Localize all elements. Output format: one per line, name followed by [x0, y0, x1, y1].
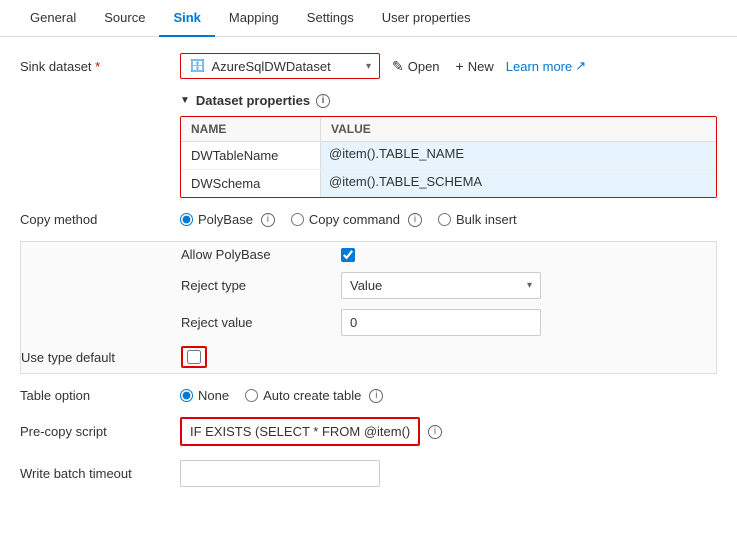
new-button[interactable]: + New	[452, 56, 498, 76]
tab-general[interactable]: General	[16, 0, 90, 37]
prop-value-input-1[interactable]	[329, 174, 708, 189]
sink-dataset-controls: 🗄 AzureSqlDWDataset ▾ ✎ Open + New Learn…	[180, 53, 717, 79]
table-option-auto-create[interactable]: Auto create table i	[245, 388, 383, 403]
pre-copy-script-input[interactable]	[182, 419, 418, 444]
reject-type-label: Reject type	[181, 278, 341, 293]
use-type-default-label: Use type default	[21, 350, 181, 365]
polybase-section: Allow PolyBase Reject type Value ▾ Rejec…	[20, 241, 717, 374]
tab-sink[interactable]: Sink	[159, 0, 214, 37]
dataset-properties-header: ▼ Dataset properties i	[180, 93, 717, 108]
pre-copy-script-row: Pre-copy script i	[20, 417, 717, 446]
reject-type-dropdown[interactable]: Value ▾	[341, 272, 541, 299]
props-row-1: DWSchema	[181, 170, 716, 197]
write-batch-timeout-row: Write batch timeout	[20, 460, 717, 487]
prop-name-1: DWSchema	[181, 170, 321, 197]
sink-dataset-dropdown[interactable]: 🗄 AzureSqlDWDataset ▾	[180, 53, 380, 79]
write-batch-timeout-controls	[180, 460, 717, 487]
reject-value-input[interactable]	[341, 309, 541, 336]
sink-dataset-value: AzureSqlDWDataset	[212, 59, 360, 74]
copy-method-bulk-insert[interactable]: Bulk insert	[438, 212, 517, 227]
allow-polybase-checkbox-cell	[341, 248, 355, 262]
table-option-options: None Auto create table i	[180, 388, 717, 403]
pre-copy-script-controls: i	[180, 417, 717, 446]
tab-user-properties[interactable]: User properties	[368, 0, 485, 37]
copy-method-copy-command[interactable]: Copy command i	[291, 212, 422, 227]
prop-value-input-0[interactable]	[329, 146, 708, 161]
tab-settings[interactable]: Settings	[293, 0, 368, 37]
auto-create-info-icon[interactable]: i	[369, 389, 383, 403]
pre-copy-script-info-icon[interactable]: i	[428, 425, 442, 439]
table-option-label: Table option	[20, 388, 180, 403]
chevron-down-icon: ▾	[366, 61, 371, 72]
copy-method-label: Copy method	[20, 212, 180, 227]
learn-more-link[interactable]: Learn more ↗	[506, 58, 586, 74]
dataset-properties-table: NAME VALUE DWTableName DWSchema	[180, 116, 717, 198]
write-batch-timeout-input[interactable]	[180, 460, 380, 487]
tab-source[interactable]: Source	[90, 0, 159, 37]
external-link-icon: ↗	[575, 58, 586, 74]
reject-value-row: Reject value	[21, 304, 716, 341]
use-type-default-checkbox-wrap	[181, 346, 207, 368]
pre-copy-script-wrap	[180, 417, 420, 446]
copy-method-polybase[interactable]: PolyBase i	[180, 212, 275, 227]
copy-command-info-icon[interactable]: i	[408, 213, 422, 227]
sink-dataset-label: Sink dataset *	[20, 59, 180, 74]
table-option-none[interactable]: None	[180, 388, 229, 403]
copy-method-row: Copy method PolyBase i Copy command i Bu…	[20, 212, 717, 227]
use-type-default-checkbox[interactable]	[187, 350, 201, 364]
reject-value-label: Reject value	[181, 315, 341, 330]
reject-type-value: Value	[350, 278, 527, 293]
tab-mapping[interactable]: Mapping	[215, 0, 293, 37]
allow-polybase-row: Allow PolyBase	[21, 242, 716, 267]
allow-polybase-checkbox[interactable]	[341, 248, 355, 262]
prop-name-0: DWTableName	[181, 142, 321, 169]
col-name-header: NAME	[181, 117, 321, 141]
sink-panel: Sink dataset * 🗄 AzureSqlDWDataset ▾ ✎ O…	[0, 37, 737, 517]
prop-value-0	[321, 142, 716, 169]
use-type-default-row: Use type default	[21, 341, 716, 373]
table-option-row: Table option None Auto create table i	[20, 388, 717, 403]
col-value-header: VALUE	[321, 117, 716, 141]
write-batch-timeout-label: Write batch timeout	[20, 466, 180, 481]
collapse-icon[interactable]: ▼	[180, 95, 190, 106]
allow-polybase-label: Allow PolyBase	[181, 247, 341, 262]
pencil-icon: ✎	[392, 58, 404, 75]
polybase-info-icon[interactable]: i	[261, 213, 275, 227]
prop-value-1	[321, 170, 716, 197]
dataset-properties-section: ▼ Dataset properties i NAME VALUE DWTabl…	[180, 93, 717, 198]
open-button[interactable]: ✎ Open	[388, 56, 444, 77]
database-icon: 🗄	[189, 58, 206, 74]
pre-copy-script-label: Pre-copy script	[20, 424, 180, 439]
tab-bar: General Source Sink Mapping Settings Use…	[0, 0, 737, 37]
props-row-0: DWTableName	[181, 142, 716, 170]
props-table-header: NAME VALUE	[181, 117, 716, 142]
plus-icon: +	[456, 58, 464, 74]
reject-type-row: Reject type Value ▾	[21, 267, 716, 304]
copy-method-options: PolyBase i Copy command i Bulk insert	[180, 212, 717, 227]
sink-dataset-row: Sink dataset * 🗄 AzureSqlDWDataset ▾ ✎ O…	[20, 53, 717, 79]
reject-type-chevron-icon: ▾	[527, 280, 532, 291]
dataset-properties-info-icon[interactable]: i	[316, 94, 330, 108]
